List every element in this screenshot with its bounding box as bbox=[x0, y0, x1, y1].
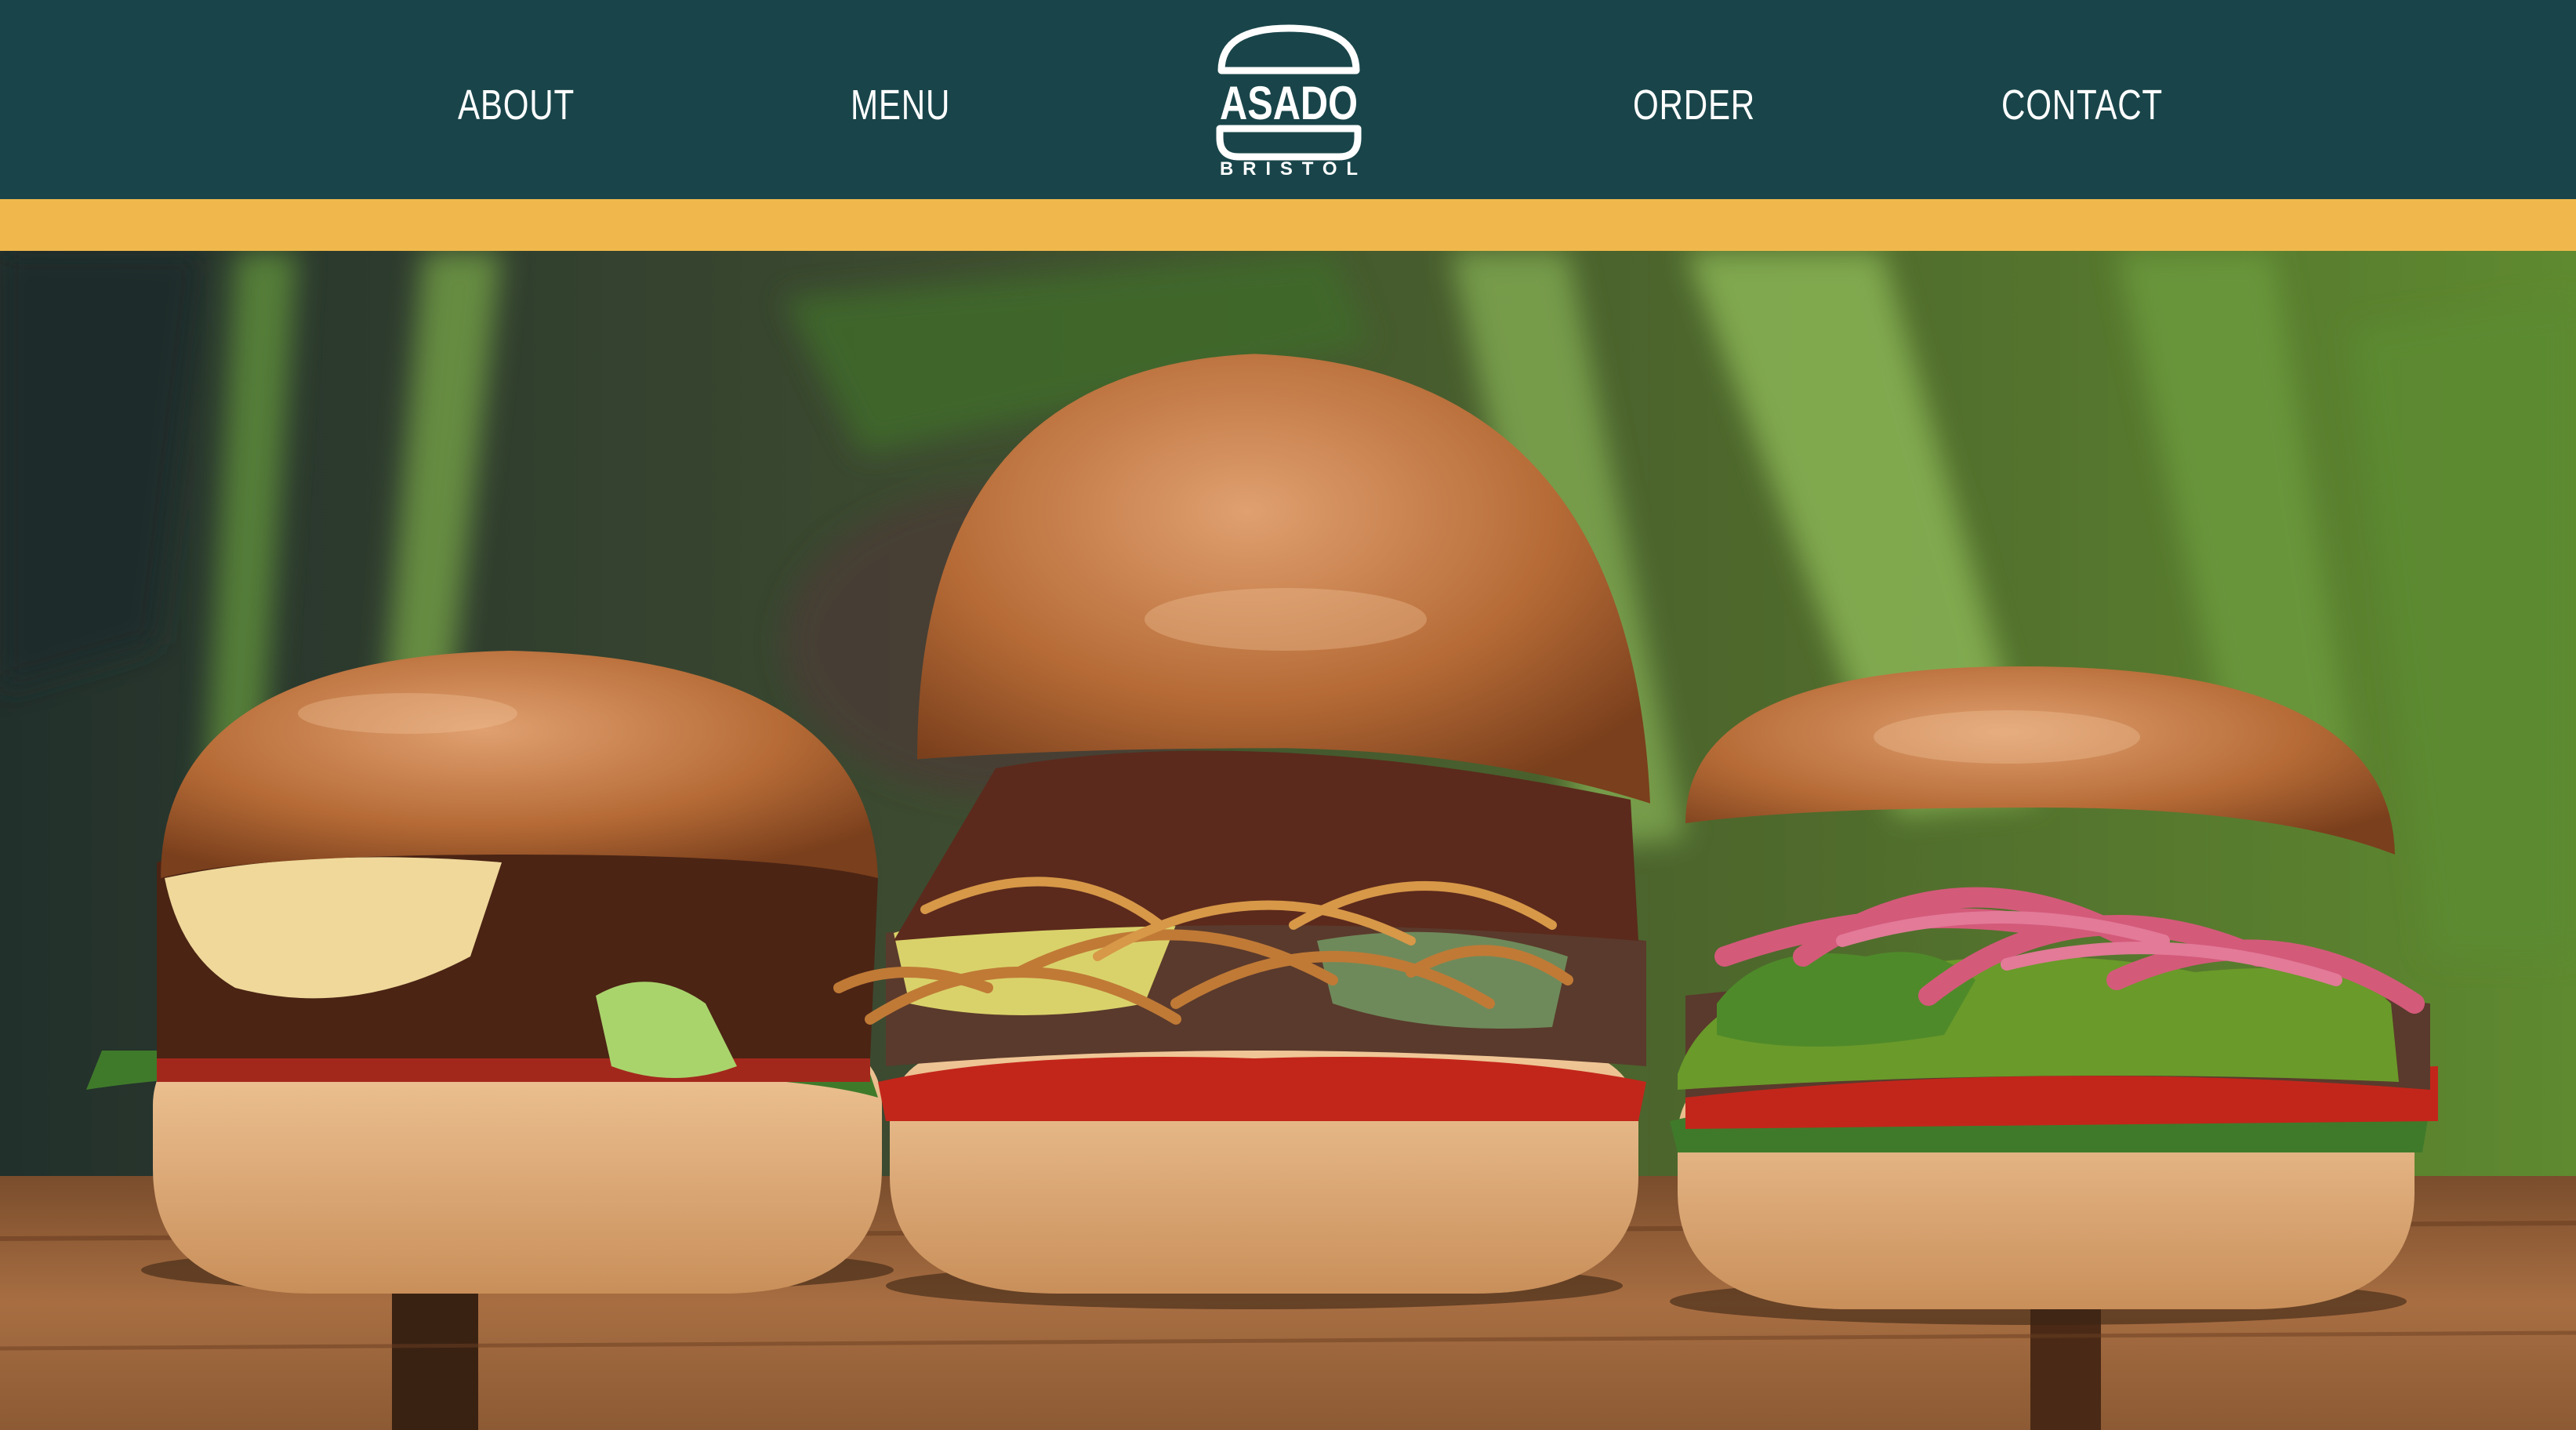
logo-city: BRISTOL bbox=[1220, 158, 1358, 177]
hero-burgers-photo bbox=[0, 251, 2576, 1430]
burger-right bbox=[1670, 666, 2438, 1325]
nav-contact-link[interactable]: CONTACT bbox=[2001, 75, 2163, 135]
nav-about-link[interactable]: ABOUT bbox=[458, 75, 575, 135]
nav-order-link[interactable]: ORDER bbox=[1633, 75, 1755, 135]
burger-left bbox=[86, 651, 894, 1294]
burger-icon: ASADO BRISTOL bbox=[1216, 24, 1362, 177]
burgers-illustration bbox=[0, 251, 2576, 1430]
nav-menu-link[interactable]: MENU bbox=[851, 75, 950, 135]
accent-stripe bbox=[0, 199, 2576, 251]
site-header: ABOUT MENU ASADO BRISTOL ORDER CONTACT bbox=[0, 0, 2576, 199]
asado-bristol-logo[interactable]: ASADO BRISTOL bbox=[1214, 24, 1364, 177]
logo-word: ASADO bbox=[1220, 77, 1358, 129]
